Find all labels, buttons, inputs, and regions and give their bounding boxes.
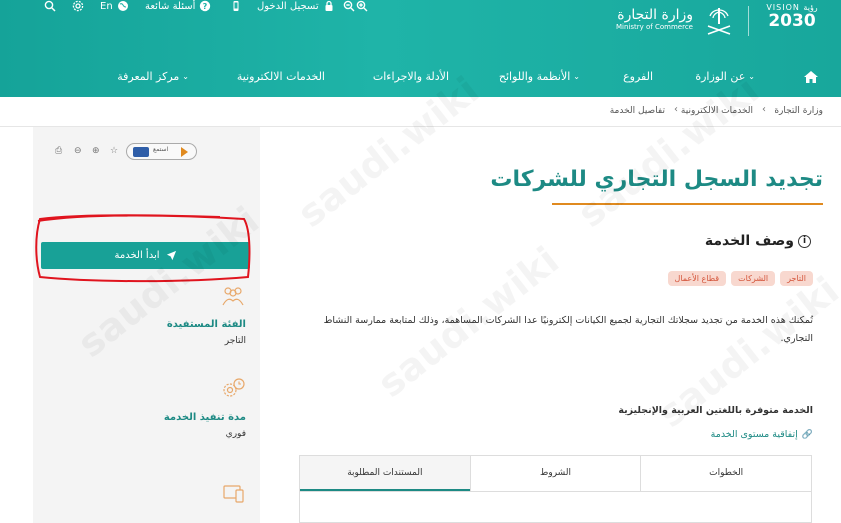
main-nav: عن الوزارة ⌄ الفروع الأنظمة واللوائح ⌄ ا… xyxy=(0,62,841,94)
tab-required-documents[interactable]: المستندات المطلوبة xyxy=(299,456,470,491)
start-service-label: ابدأ الخدمة xyxy=(114,250,160,261)
nav-item-branches[interactable]: الفروع xyxy=(623,70,653,83)
target-audience-value: التاجر xyxy=(224,336,246,346)
page-title: تجديد السجل التجاري للشركات xyxy=(490,167,823,192)
service-tags: التاجر الشركات قطاع الأعمال xyxy=(667,271,813,286)
tag-merchant[interactable]: التاجر xyxy=(780,271,813,286)
tag-companies[interactable]: الشركات xyxy=(731,271,776,286)
service-channel-block xyxy=(220,483,246,509)
nav-item-label: الأنظمة واللوائح xyxy=(498,70,571,83)
nav-item-eservices[interactable]: الخدمات الالكترونية xyxy=(237,70,325,83)
zoom-out-icon[interactable]: ⊖ xyxy=(74,146,85,157)
top-bar: VISION رؤية 2030 وزارة التجارة Ministry … xyxy=(0,0,841,40)
language-label: En xyxy=(100,0,113,12)
zoom-out-text-button[interactable] xyxy=(343,0,355,12)
devices-icon xyxy=(223,485,244,503)
zoom-in-icon xyxy=(356,0,368,12)
mobile-phone-icon xyxy=(233,1,239,11)
service-duration-block: مدة تنفيذ الخدمة فوري xyxy=(164,378,246,439)
link-icon: 🔗 xyxy=(801,429,813,440)
nav-item-label: الخدمات الالكترونية xyxy=(236,70,325,83)
vision-2030-logo[interactable]: VISION رؤية 2030 xyxy=(757,3,827,39)
palm-swords-emblem-icon xyxy=(707,8,731,35)
service-duration-label: مدة تنفيذ الخدمة xyxy=(163,412,246,423)
chevron-down-icon: ⌄ xyxy=(748,72,755,81)
start-service-button[interactable]: ابدأ الخدمة xyxy=(41,242,250,269)
play-icon xyxy=(181,147,188,157)
vision-year-text: 2030 xyxy=(768,11,816,31)
nav-item-regulations[interactable]: الأنظمة واللوائح ⌄ xyxy=(499,70,580,83)
tag-business-sector[interactable]: قطاع الأعمال xyxy=(667,271,727,286)
language-switch[interactable]: En xyxy=(100,0,129,12)
search-icon xyxy=(44,0,56,12)
language-availability-note: الخدمة متوفرة باللغتين العربية والإنجليز… xyxy=(618,405,813,416)
chevron-down-icon: ⌄ xyxy=(573,72,580,81)
service-description-heading: وصف الخدمة i xyxy=(705,233,811,249)
site-header: VISION رؤية 2030 وزارة التجارة Ministry … xyxy=(0,0,841,97)
speaker-icon xyxy=(133,147,149,157)
listen-label: استمع xyxy=(153,146,169,153)
chevron-left-icon: ‹ xyxy=(762,104,766,115)
page-content: ابدأ الخدمة الفئة المستفيدة التاجر مدة ت… xyxy=(0,127,841,523)
nav-item-label: الفروع xyxy=(623,70,653,83)
title-underline xyxy=(552,203,823,205)
zoom-in-icon[interactable]: ⊕ xyxy=(92,146,103,157)
ministry-name-ar: وزارة التجارة xyxy=(617,7,693,23)
listen-button[interactable]: استمع xyxy=(126,143,197,160)
breadcrumb-item-eservices[interactable]: الخدمات الالكترونية xyxy=(681,106,753,116)
breadcrumb: وزارة التجارة ‹ الخدمات الالكترونية ‹ تف… xyxy=(0,97,841,127)
globe-icon xyxy=(117,1,128,11)
tab-conditions[interactable]: الشروط xyxy=(469,456,641,491)
faq-link[interactable]: أسئلة شائعة ? xyxy=(145,0,211,12)
nav-item-label: الأدلة والاجراءات xyxy=(372,70,449,83)
login-link[interactable]: تسجيل الدخول xyxy=(257,0,335,12)
service-details: تجديد السجل التجاري للشركات وصف الخدمة i… xyxy=(260,127,841,523)
tab-steps[interactable]: الخطوات xyxy=(640,456,811,491)
sla-link-label: إتفاقية مستوى الخدمة xyxy=(710,429,798,440)
info-icon: i xyxy=(798,234,811,248)
logo-divider xyxy=(748,6,749,36)
faq-label: أسئلة شائعة xyxy=(145,0,196,12)
users-icon xyxy=(222,287,244,306)
zoom-out-icon xyxy=(343,0,355,12)
zoom-in-text-button[interactable] xyxy=(356,0,368,12)
question-circle-icon: ? xyxy=(200,0,211,12)
target-audience-label: الفئة المستفيدة xyxy=(166,319,246,330)
paper-plane-icon xyxy=(166,250,176,261)
ministry-name-en: Ministry of Commerce xyxy=(616,23,693,31)
target-audience-block: الفئة المستفيدة التاجر xyxy=(167,285,246,346)
breadcrumb-item-home[interactable]: وزارة التجارة xyxy=(774,106,823,116)
nav-item-about[interactable]: عن الوزارة ⌄ xyxy=(695,70,755,83)
nav-item-label: مركز المعرفة xyxy=(117,70,180,83)
chevron-down-icon: ⌄ xyxy=(182,72,189,81)
nav-item-label: عن الوزارة xyxy=(695,70,746,83)
nav-item-knowledge[interactable]: مركز المعرفة ⌄ xyxy=(117,70,189,83)
gear-clock-icon xyxy=(223,378,245,397)
print-icon[interactable]: ⎙ xyxy=(55,146,66,157)
sla-link[interactable]: إتفاقية مستوى الخدمة 🔗 xyxy=(711,429,813,440)
star-icon[interactable]: ☆ xyxy=(110,146,121,157)
login-label: تسجيل الدخول xyxy=(257,0,319,12)
breadcrumb-item-current: تفاصيل الخدمة xyxy=(609,106,665,116)
mobile-app-link[interactable] xyxy=(230,0,242,12)
nav-item-guides[interactable]: الأدلة والاجراءات xyxy=(373,70,449,83)
service-sidebar: ابدأ الخدمة الفئة المستفيدة التاجر مدة ت… xyxy=(33,127,260,523)
service-tabs: الخطوات الشروط المستندات المطلوبة xyxy=(299,455,812,491)
lock-icon xyxy=(325,0,333,11)
svg-text:?: ? xyxy=(203,2,208,11)
service-duration-value: فوري xyxy=(225,429,246,439)
home-icon[interactable] xyxy=(803,70,819,84)
ministry-logo-text[interactable]: وزارة التجارة Ministry of Commerce xyxy=(616,7,693,32)
tab-panel xyxy=(299,491,812,523)
gear-icon xyxy=(72,0,84,12)
chevron-left-icon: ‹ xyxy=(674,104,678,115)
service-description: تُمكنك هذه الخدمة من تجديد سجلاتك التجار… xyxy=(323,315,813,344)
accessibility-settings-button[interactable] xyxy=(72,0,84,12)
search-button[interactable] xyxy=(44,0,56,12)
section-title-text: وصف الخدمة xyxy=(704,233,794,249)
